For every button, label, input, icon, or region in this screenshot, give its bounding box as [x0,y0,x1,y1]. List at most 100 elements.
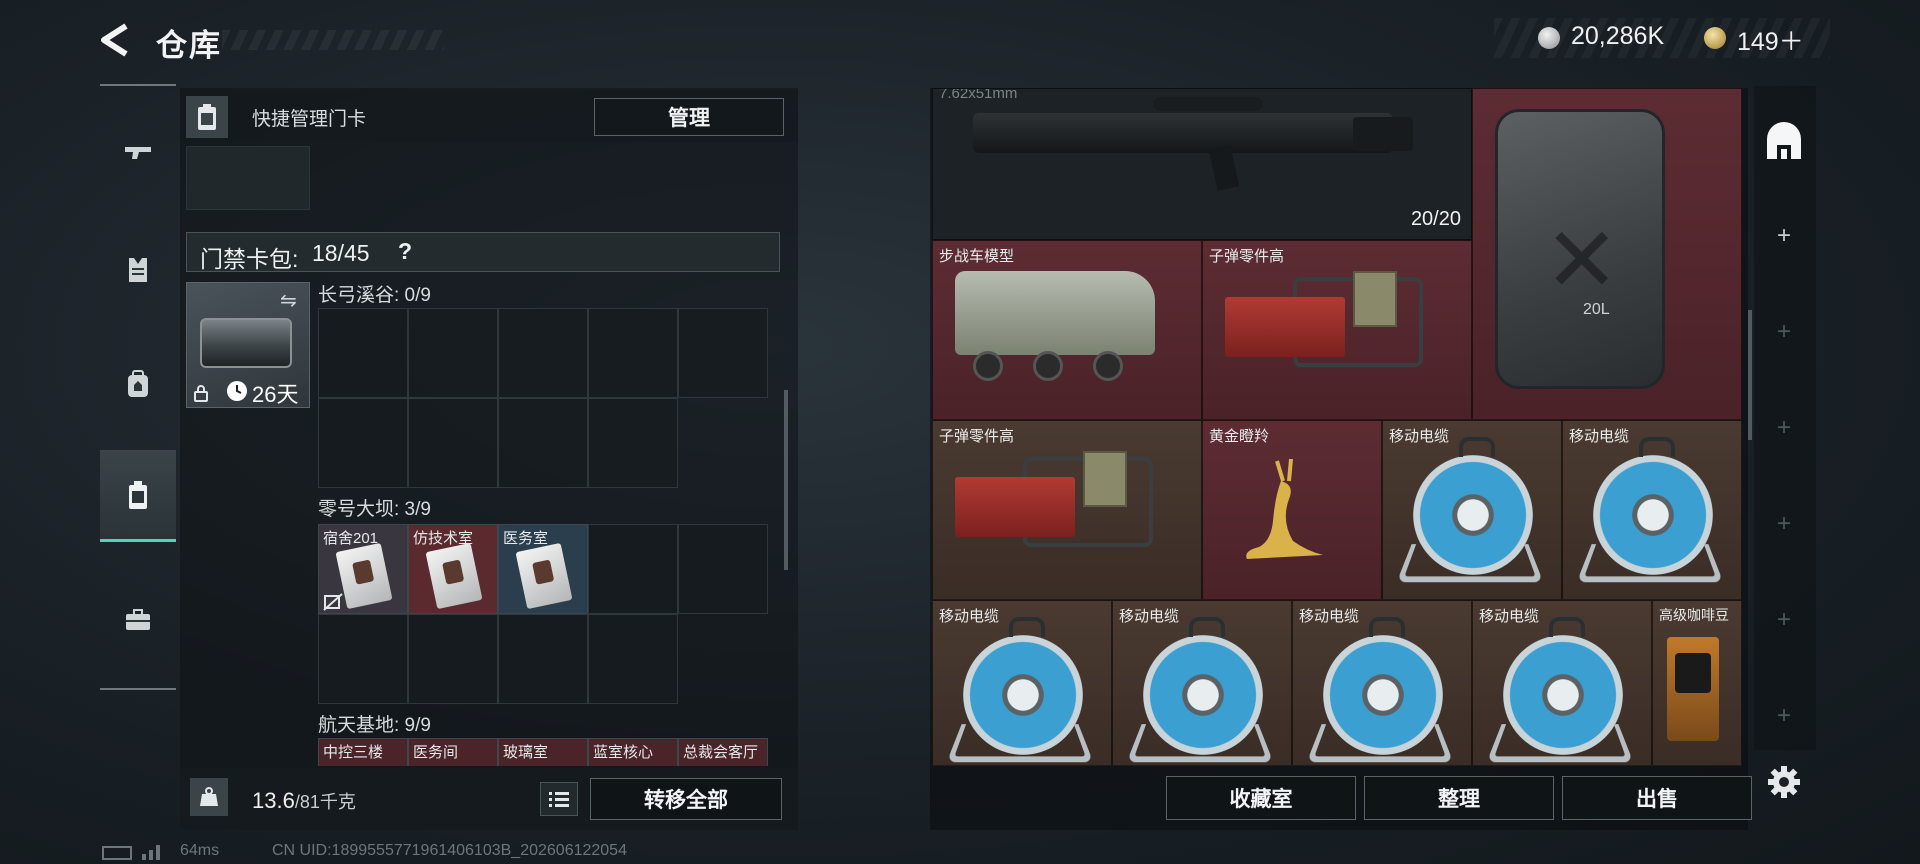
list-icon [549,792,569,807]
stash-page-tab[interactable] [1758,116,1810,168]
keycard-image [335,542,393,610]
item-label: 移动电缆 [1569,428,1630,445]
keycard-grid-longbow-valley [318,308,768,488]
keycard-bag-label: 门禁卡包: [200,246,299,272]
ammo-count: 20/20 [1410,208,1461,230]
keycard-slot[interactable] [318,614,408,704]
keycard-slot[interactable] [498,308,588,398]
apc-wheel [1033,351,1063,381]
lock-icon [194,385,208,402]
weight-max: /81千克 [294,792,356,812]
keycard-medical-room[interactable]: 医务间 [408,738,498,766]
collection-room-button[interactable]: 收藏室 [1166,776,1356,820]
keycard-icon [186,96,228,138]
apc-wheel [973,351,1003,381]
item-label: 步战车模型 [939,248,1015,265]
keycard-slot[interactable] [678,524,768,614]
item-mobile-cable[interactable]: 移动电缆 [932,600,1112,766]
cable-reel-image [1503,635,1623,755]
keycard-image [425,542,483,610]
item-label: 子弹零件高 [1209,248,1285,265]
help-icon[interactable]: ? [398,238,412,265]
locked-page-icon: + [1776,318,1791,345]
keycard-slot[interactable] [318,308,408,398]
left-scrollbar[interactable] [784,390,788,570]
keycard-case-image [200,318,292,368]
keycard-slot[interactable] [408,614,498,704]
item-label: 移动电缆 [1389,428,1450,445]
weight-current: 13.6 [252,788,295,813]
item-mobile-cable[interactable]: 移动电缆 [1112,600,1292,766]
coffee-bag-image [1667,637,1719,741]
keycard-bag-capacity: 18/45 [312,240,370,266]
keycard-label: 仿技术室 [413,530,474,547]
keycard-tech-room[interactable]: 仿技术室 [408,524,498,614]
item-mobile-cable[interactable]: 移动电缆 [1292,600,1472,766]
organize-button[interactable]: 整理 [1364,776,1554,820]
item-premium-coffee-beans[interactable]: 高级咖啡豆 [1652,600,1742,766]
keycard-control-3f[interactable]: 中控三楼 [318,738,408,766]
keycard-label: 宿舍201 [323,530,379,547]
keycard-slot[interactable] [498,398,588,488]
item-apc-model[interactable]: 步战车模型 [932,240,1202,420]
reel-handle [1639,437,1675,457]
locked-page-icon: + [1776,510,1791,537]
gold-coin-icon [1704,27,1726,49]
tab-weapons[interactable] [100,106,176,198]
keycard-slot[interactable] [318,398,408,488]
locked-page-icon: + [1776,606,1791,633]
item-jerrycan[interactable]: 20L [1472,88,1742,420]
gear-icon[interactable] [1766,764,1802,800]
item-golden-gazelle[interactable]: 黄金瞪羚 [1202,420,1382,600]
keycard-slot[interactable] [498,614,588,704]
stash-scrollbar[interactable] [1748,310,1752,440]
keycard-slot[interactable] [588,398,678,488]
item-mobile-cable[interactable]: 移动电缆 [1382,420,1562,600]
keycard-blue-core[interactable]: 蓝室核心 [588,738,678,766]
keycard-slot[interactable] [678,308,768,398]
item-ammo-parts[interactable]: 子弹零件高 [1202,240,1472,420]
ping-text: 64ms [180,842,220,859]
golden-gazelle-image [1246,458,1323,559]
equipped-slot[interactable] [186,146,310,210]
apc-image [955,271,1155,355]
tab-backpack[interactable] [100,338,176,430]
reel-handle [1549,617,1585,637]
keycard-slot[interactable] [588,524,678,614]
title-decoration [222,30,444,50]
swap-icon[interactable]: ⇋ [280,288,297,313]
item-label: 高级咖啡豆 [1659,607,1729,623]
tab-supplies[interactable] [100,574,176,666]
battery-icon [102,846,132,860]
item-label: 黄金瞪羚 [1209,428,1270,445]
keycard-slot[interactable] [408,308,498,398]
add-stash-page-icon[interactable]: + [1772,222,1796,250]
keycard-ceo-lounge[interactable]: 总裁会客厅 [678,738,768,766]
keycard-glass-room[interactable]: 玻璃室 [498,738,588,766]
item-rifle[interactable]: 7.62x51mm 20/20 [932,88,1472,240]
keycard-label: 总裁会客厅 [683,744,759,761]
keycard-medical-room[interactable]: 医务室 [498,524,588,614]
sell-button[interactable]: 出售 [1562,776,1752,820]
item-label: 移动电缆 [1479,608,1540,625]
item-mobile-cable[interactable]: 移动电缆 [1562,420,1742,600]
keycard-slot[interactable] [588,614,678,704]
back-arrow-icon[interactable] [96,22,136,58]
keycard-slot[interactable] [588,308,678,398]
list-view-button[interactable] [540,782,578,816]
reel-handle [1369,617,1405,637]
transfer-all-button[interactable]: 转移全部 [590,778,782,820]
section-label-space-base: 航天基地: 9/9 [318,715,431,736]
keycard-label: 医务室 [503,530,549,547]
gold-currency-amount[interactable]: 149＋ [1737,22,1804,58]
item-ammo-parts[interactable]: 子弹零件高 [932,420,1202,600]
vest-icon [129,258,147,282]
item-mobile-cable[interactable]: 移动电缆 [1472,600,1652,766]
tab-armor[interactable] [100,224,176,316]
manage-button[interactable]: 管理 [594,98,784,136]
quick-manage-label: 快捷管理门卡 [252,109,367,130]
keycard-slot[interactable] [408,398,498,488]
tab-keycards[interactable] [100,450,176,542]
keycard-dorm-201[interactable]: 宿舍201 [318,524,408,614]
cable-reel-image [1593,455,1713,575]
